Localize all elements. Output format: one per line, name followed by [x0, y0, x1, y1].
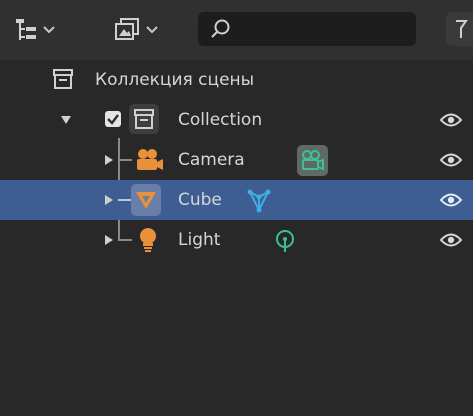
eye-icon[interactable] — [440, 112, 462, 128]
filter-dropdown[interactable] — [113, 14, 159, 46]
tree-connector-line — [118, 159, 132, 161]
tree-connector-line — [118, 239, 132, 241]
outliner-tree: Коллекция сцены Collection Camera Cube L… — [0, 60, 473, 416]
light-icon — [140, 228, 156, 252]
expand-toggle-icon[interactable] — [104, 234, 114, 246]
eye-icon[interactable] — [440, 152, 462, 168]
tree-item-label: Коллекция сцены — [95, 70, 255, 90]
collection-icon-bg — [129, 104, 159, 134]
outliner-header — [0, 0, 473, 60]
collection-icon — [53, 69, 73, 89]
chevron-down-icon — [43, 26, 55, 34]
filter-button[interactable] — [446, 12, 473, 46]
tree-row-camera[interactable]: Camera — [0, 140, 473, 180]
tree-row-scene-collection[interactable]: Коллекция сцены — [0, 60, 473, 100]
outliner-display-icon — [16, 19, 36, 40]
mesh-object-icon — [136, 192, 156, 209]
display-mode-dropdown[interactable] — [14, 14, 56, 46]
eye-icon[interactable] — [440, 192, 462, 208]
tree-item-label: Light — [178, 230, 221, 250]
collection-icon — [134, 109, 154, 129]
camera-data-icon — [302, 150, 324, 171]
camera-icon — [137, 149, 163, 170]
funnel-icon — [456, 20, 468, 38]
camera-data-icon-bg[interactable] — [297, 145, 328, 176]
eye-icon[interactable] — [440, 232, 462, 248]
mesh-object-icon-bg — [131, 184, 161, 216]
expand-toggle-icon[interactable] — [104, 154, 114, 166]
expand-toggle-icon[interactable] — [60, 114, 72, 126]
tree-item-label: Camera — [178, 150, 245, 170]
mesh-data-icon[interactable] — [246, 188, 272, 214]
tree-item-label: Collection — [178, 110, 263, 130]
tree-connector-line — [118, 199, 132, 201]
scene-filter-icon — [115, 18, 139, 40]
chevron-down-icon — [146, 26, 158, 34]
collection-checkbox[interactable] — [104, 110, 122, 128]
tree-row-collection[interactable]: Collection — [0, 100, 473, 140]
expand-toggle-icon[interactable] — [104, 194, 114, 206]
light-data-icon[interactable] — [274, 228, 296, 254]
tree-row-cube[interactable]: Cube — [0, 180, 473, 220]
tree-item-label: Cube — [178, 190, 222, 210]
tree-row-light[interactable]: Light — [0, 220, 473, 260]
search-icon — [211, 19, 230, 38]
search-input[interactable] — [198, 12, 416, 46]
